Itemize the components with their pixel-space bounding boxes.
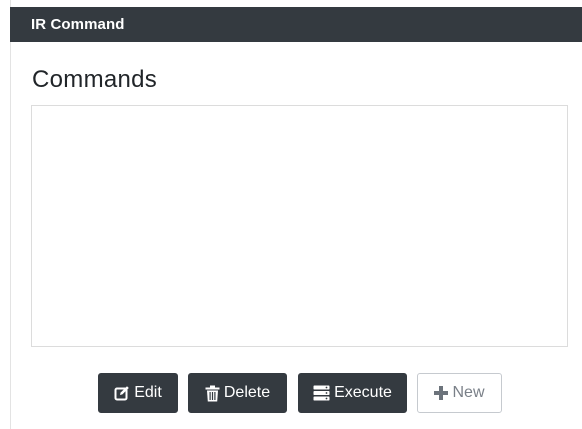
left-divider: [10, 0, 11, 429]
commands-list[interactable]: [31, 105, 568, 347]
commands-heading: Commands: [32, 66, 158, 93]
ir-command-page: IR Command Commands Edit Delete Execute …: [0, 0, 582, 429]
plus-icon: [434, 386, 449, 400]
edit-button-label: Edit: [134, 384, 162, 401]
server-icon: [313, 385, 330, 401]
delete-button-label: Delete: [223, 384, 271, 401]
edit-button[interactable]: Edit: [98, 373, 178, 413]
execute-button-label: Execute: [334, 384, 392, 401]
edit-icon: [114, 385, 130, 401]
trash-icon: [205, 385, 220, 402]
panel-header: IR Command: [10, 7, 582, 42]
new-button[interactable]: New: [417, 373, 502, 413]
delete-button[interactable]: Delete: [188, 373, 287, 413]
panel-title: IR Command: [31, 16, 125, 33]
execute-button[interactable]: Execute: [298, 373, 407, 413]
new-button-label: New: [452, 384, 485, 401]
